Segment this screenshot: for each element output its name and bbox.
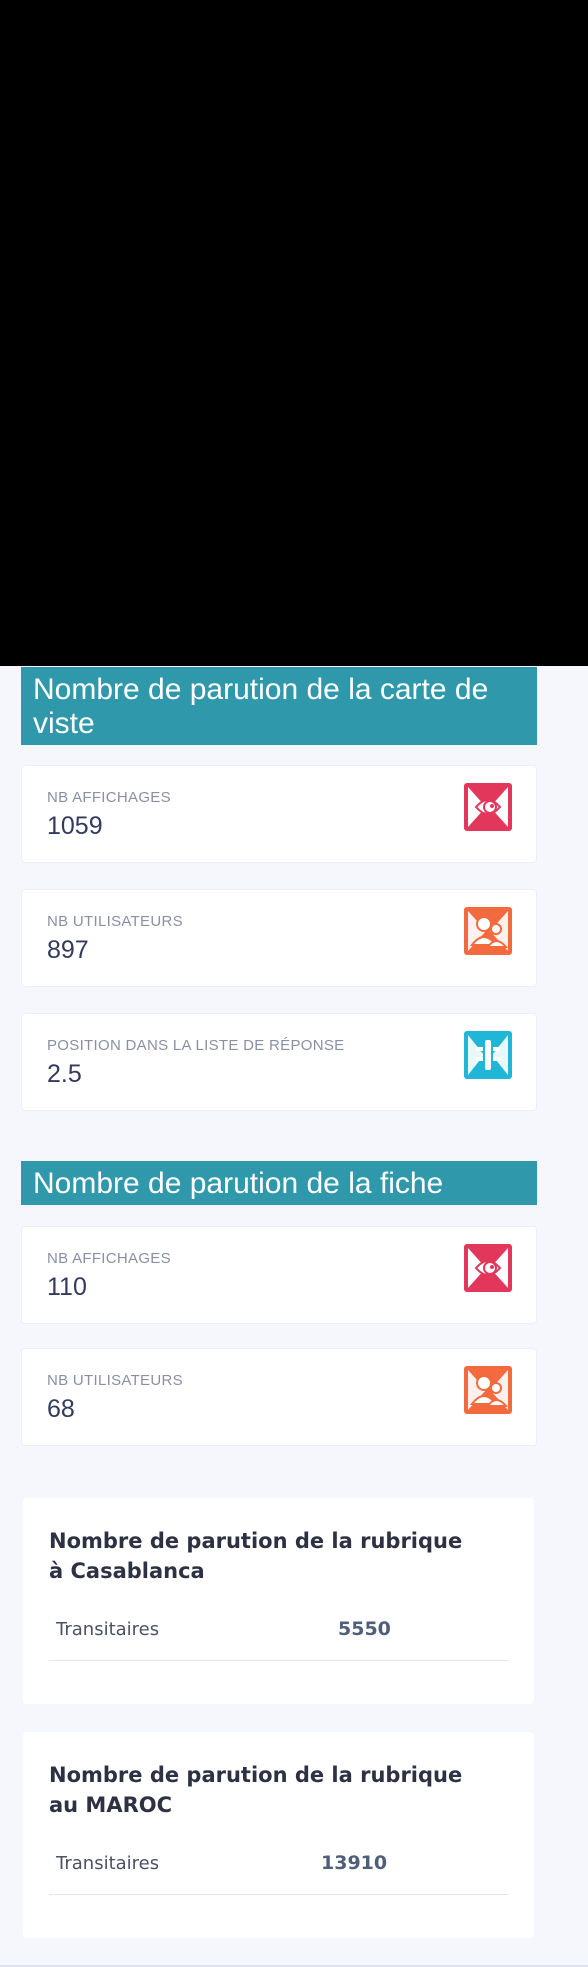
- users-icon: [464, 1366, 512, 1414]
- stat-label: NB AFFICHAGES: [47, 1250, 171, 1267]
- card-title: Nombre de parution de la rubrique au MAR…: [49, 1763, 463, 1817]
- stat-value: 2.5: [47, 1060, 82, 1088]
- row-label: Transitaires: [56, 1619, 160, 1640]
- stat-card-affichages: NB AFFICHAGES 110: [21, 1226, 537, 1324]
- stat-value: 68: [47, 1395, 75, 1423]
- row-divider: [49, 1660, 508, 1661]
- rubrique-casablanca-card: Nombre de parution de la rubrique à Casa…: [23, 1498, 534, 1704]
- list-position-icon: [464, 1031, 512, 1079]
- stat-value: 1059: [47, 812, 103, 840]
- stat-card-position: POSITION DANS LA LISTE DE RÉPONSE 2.5: [21, 1013, 537, 1111]
- eye-icon: [464, 783, 512, 831]
- stat-value: 110: [47, 1273, 87, 1301]
- stat-card-utilisateurs: NB UTILISATEURS 68: [21, 1348, 537, 1446]
- stat-label: NB UTILISATEURS: [47, 1372, 183, 1389]
- card-title: Nombre de parution de la rubrique à Casa…: [49, 1529, 463, 1583]
- stat-label: NB UTILISATEURS: [47, 913, 183, 930]
- rubrique-maroc-card: Nombre de parution de la rubrique au MAR…: [23, 1732, 534, 1938]
- users-icon: [464, 907, 512, 955]
- row-divider: [49, 1894, 508, 1895]
- stat-label: NB AFFICHAGES: [47, 789, 171, 806]
- eye-icon: [464, 1244, 512, 1292]
- row-label: Transitaires: [56, 1853, 160, 1874]
- stat-card-utilisateurs: NB UTILISATEURS 897: [21, 889, 537, 987]
- stat-label: POSITION DANS LA LISTE DE RÉPONSE: [47, 1037, 345, 1054]
- stat-value: 897: [47, 936, 89, 964]
- section-title-carte: Nombre de parution de la carte de viste: [21, 667, 537, 745]
- black-region: [0, 0, 588, 666]
- row-value: 13910: [321, 1852, 388, 1874]
- section-title-fiche: Nombre de parution de la fiche: [21, 1161, 537, 1205]
- stat-card-affichages: NB AFFICHAGES 1059: [21, 765, 537, 863]
- row-value: 5550: [338, 1618, 391, 1640]
